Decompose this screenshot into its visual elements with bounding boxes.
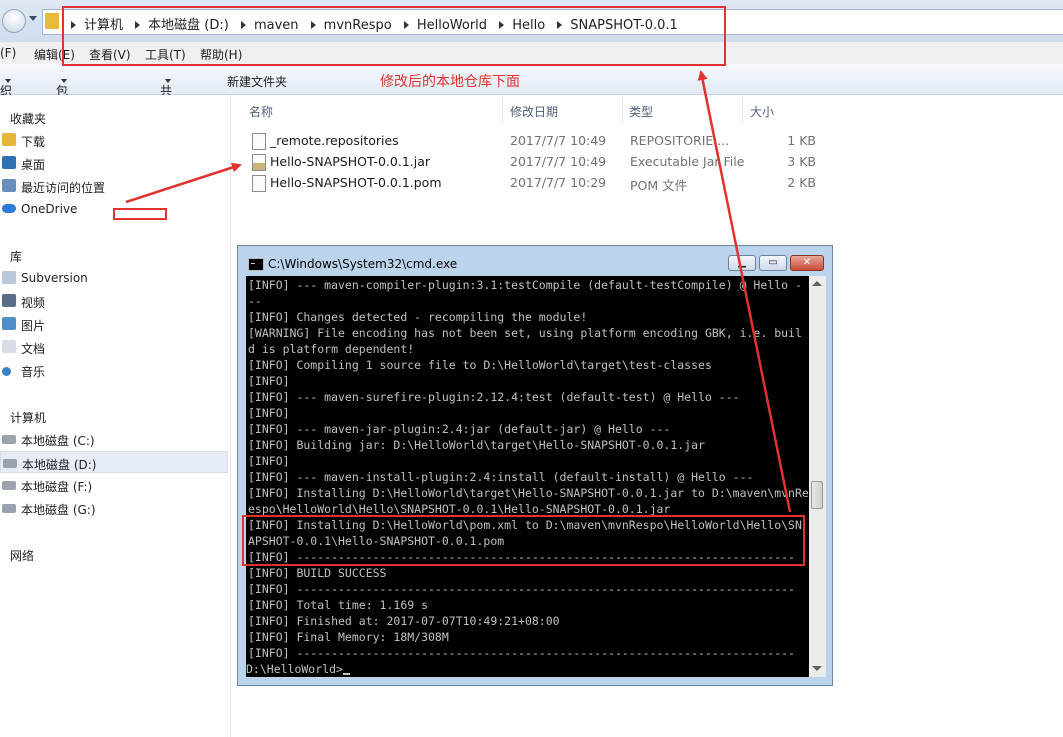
arrow-to-jar-file bbox=[125, 162, 242, 204]
arrow-to-address-bar bbox=[697, 70, 792, 513]
annotation-arrows bbox=[125, 70, 792, 513]
